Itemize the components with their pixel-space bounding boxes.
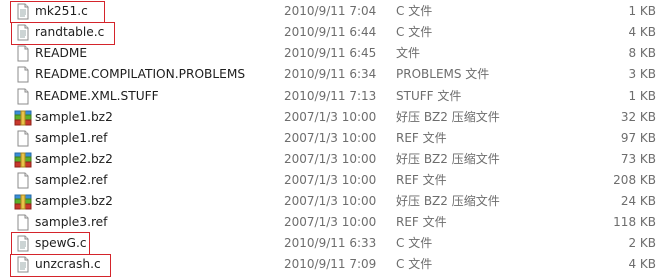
file-type: 好压 BZ2 压缩文件 [396,152,500,166]
file-type: 好压 BZ2 压缩文件 [396,110,500,124]
file-date: 2010/9/11 6:45 [284,46,377,60]
file-size: 32 KB [620,110,656,124]
file-size: 118 KB [613,215,656,229]
file-size: 208 KB [613,173,656,187]
file-type: C 文件 [396,236,433,250]
file-type: 文件 [396,46,421,60]
file-type: REF 文件 [396,215,447,229]
file-size: 2 KB [628,236,656,250]
blank-file-icon [14,130,32,147]
file-size: 3 KB [628,67,656,81]
file-row-sample2-ref[interactable]: sample2.ref 2007/1/3 10:00 REF 文件 208 KB [0,170,664,191]
file-name: sample3.bz2 [35,194,113,208]
file-row-readme[interactable]: README 2010/9/11 6:45 文件 8 KB [0,43,664,64]
file-date: 2007/1/3 10:00 [284,215,377,229]
file-name: README.COMPILATION.PROBLEMS [35,67,246,81]
file-row-mk251[interactable]: mk251.c 2010/9/11 7:04 C 文件 1 KB [0,1,664,22]
file-date: 2010/9/11 6:44 [284,25,377,39]
text-file-icon [14,24,32,41]
file-name: unzcrash.c [35,257,101,271]
file-type: REF 文件 [396,173,447,187]
blank-file-icon [14,66,32,83]
file-row-sample3-bz2[interactable]: sample3.bz2 2007/1/3 10:00 好压 BZ2 压缩文件 2… [0,191,664,212]
file-name: README [35,46,88,60]
file-row-randtable[interactable]: randtable.c 2010/9/11 6:44 C 文件 4 KB [0,22,664,43]
file-row-unzcrash[interactable]: unzcrash.c 2010/9/11 7:09 C 文件 4 KB [0,254,664,275]
file-date: 2007/1/3 10:00 [284,173,377,187]
blank-file-icon [14,45,32,62]
text-file-icon [14,3,32,20]
file-type: REF 文件 [396,131,447,145]
text-file-icon [14,235,32,252]
file-list: mk251.c 2010/9/11 7:04 C 文件 1 KB randtab… [0,0,664,279]
file-size: 1 KB [628,4,656,18]
file-name: spewG.c [35,236,87,250]
blank-file-icon [14,214,32,231]
text-file-icon [14,256,32,273]
file-date: 2007/1/3 10:00 [284,194,377,208]
file-size: 8 KB [628,46,656,60]
file-type: C 文件 [396,4,433,18]
file-date: 2010/9/11 7:09 [284,257,377,271]
file-date: 2010/9/11 7:04 [284,4,377,18]
archive-icon [14,193,32,210]
file-date: 2007/1/3 10:00 [284,152,377,166]
file-type: PROBLEMS 文件 [396,67,490,81]
blank-file-icon [14,88,32,105]
file-row-sample1-bz2[interactable]: sample1.bz2 2007/1/3 10:00 好压 BZ2 压缩文件 3… [0,107,664,128]
file-name: mk251.c [35,4,88,18]
file-date: 2007/1/3 10:00 [284,110,377,124]
file-date: 2010/9/11 6:34 [284,67,377,81]
file-size: 97 KB [620,131,656,145]
file-size: 1 KB [628,89,656,103]
file-row-sample2-bz2[interactable]: sample2.bz2 2007/1/3 10:00 好压 BZ2 压缩文件 7… [0,149,664,170]
file-type: STUFF 文件 [396,89,462,103]
archive-icon [14,109,32,126]
file-name: sample2.ref [35,173,108,187]
blank-file-icon [14,172,32,189]
file-name: sample1.ref [35,131,108,145]
file-size: 4 KB [628,257,656,271]
file-date: 2010/9/11 6:33 [284,236,377,250]
file-type: C 文件 [396,257,433,271]
file-size: 4 KB [628,25,656,39]
file-date: 2010/9/11 7:13 [284,89,377,103]
file-name: sample3.ref [35,215,108,229]
file-row-sample1-ref[interactable]: sample1.ref 2007/1/3 10:00 REF 文件 97 KB [0,128,664,149]
file-size: 24 KB [620,194,656,208]
file-date: 2007/1/3 10:00 [284,131,377,145]
file-name: sample2.bz2 [35,152,113,166]
file-size: 73 KB [620,152,656,166]
file-type: 好压 BZ2 压缩文件 [396,194,500,208]
file-row-readme-compilation-problems[interactable]: README.COMPILATION.PROBLEMS 2010/9/11 6:… [0,64,664,85]
file-row-readme-xml-stuff[interactable]: README.XML.STUFF 2010/9/11 7:13 STUFF 文件… [0,86,664,107]
file-name: randtable.c [35,25,105,39]
file-row-sample3-ref[interactable]: sample3.ref 2007/1/3 10:00 REF 文件 118 KB [0,212,664,233]
file-name: sample1.bz2 [35,110,113,124]
file-row-spewg[interactable]: spewG.c 2010/9/11 6:33 C 文件 2 KB [0,233,664,254]
file-name: README.XML.STUFF [35,89,159,103]
file-type: C 文件 [396,25,433,39]
archive-icon [14,151,32,168]
